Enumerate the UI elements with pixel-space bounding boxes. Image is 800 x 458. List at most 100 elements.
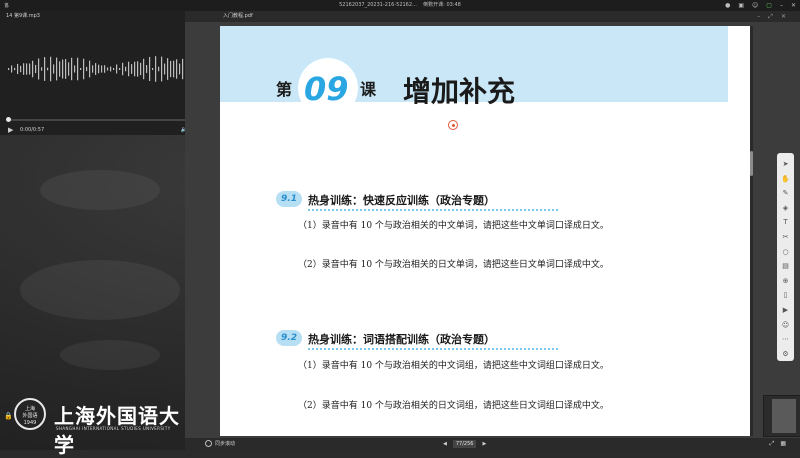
waveform-bar: [41, 67, 43, 71]
waveform-bar: [62, 59, 64, 79]
waveform-bar: [179, 63, 181, 75]
waveform-bar: [170, 60, 172, 78]
prev-page-icon[interactable]: ◀: [443, 438, 447, 450]
pen-icon[interactable]: ✎: [783, 186, 789, 201]
waveform-bar: [89, 60, 91, 78]
expand-icon[interactable]: ⤢: [768, 13, 781, 20]
waveform-bar: [38, 58, 40, 80]
section-underline: [308, 207, 558, 211]
waveform-bar: [50, 56, 52, 82]
waveform-bar: [86, 66, 88, 72]
more-icon[interactable]: ⋯: [782, 332, 789, 347]
exercise-item: （1）录音中有 10 个与政治相关的中文词组，请把这些中文词组口译成日文。: [298, 361, 609, 371]
meeting-title: 52162037_20231-216-52162...: [339, 2, 417, 8]
page-thumbnail[interactable]: [763, 395, 800, 437]
section-underline: [308, 346, 558, 350]
waveform-bar: [140, 62, 142, 76]
waveform-bar: [143, 58, 145, 80]
waveform-bar: [20, 65, 22, 73]
section-badge: 9.2: [276, 330, 302, 346]
pdf-file-name: 入门教程.pdf: [223, 13, 253, 19]
next-page-icon[interactable]: ▶: [482, 438, 486, 450]
waveform-bar: [17, 63, 19, 75]
share-icon[interactable]: ▢: [766, 0, 772, 11]
page-navigator: ◀ 77/256 ▶: [443, 438, 486, 450]
university-seal: 上海 外国语 1949: [14, 398, 46, 430]
waveform-bar: [47, 67, 49, 71]
lesson-title: 增加补充: [403, 75, 516, 108]
zoom-icon[interactable]: ⊕: [783, 274, 789, 289]
mic-icon[interactable]: ●: [725, 0, 730, 11]
university-logo: 🔒 上海 外国语 1949 上海外国语大学 SHANGHAI INTERNATI…: [4, 398, 186, 457]
scrollbar-thumb[interactable]: [750, 151, 753, 176]
play-icon[interactable]: ▶: [8, 125, 13, 135]
waveform-bar: [104, 65, 106, 73]
pdf-viewer-window: 入门教程.pdf –⤢✕ 第 09 课 增加补充 9.1 热身训练：快速反应训练…: [185, 11, 800, 450]
waveform: [8, 56, 211, 82]
shape-icon[interactable]: ○: [782, 245, 788, 260]
waveform-bar: [14, 67, 16, 71]
lesson-prefix: 第: [276, 80, 293, 99]
waveform-bar: [152, 67, 154, 71]
playback-time: 0:00/0:57: [20, 127, 45, 133]
waveform-bar: [113, 68, 115, 70]
waveform-bar: [53, 64, 55, 74]
lock-icon: 🔒: [4, 412, 13, 420]
close-icon[interactable]: ✕: [781, 13, 794, 20]
waveform-bar: [122, 62, 124, 76]
waveform-bar: [161, 56, 163, 82]
grid-icon[interactable]: ▦: [780, 440, 792, 447]
laser-pointer-icon: [448, 120, 458, 130]
playback-progress-bar[interactable]: [6, 117, 213, 122]
waveform-bar: [137, 61, 139, 77]
section-title: 热身训练：快速反应训练（政治专题）: [308, 194, 495, 207]
page-icon[interactable]: ▯: [784, 288, 788, 303]
eraser-icon[interactable]: ◈: [783, 201, 788, 216]
page-input[interactable]: 77/256: [452, 440, 477, 448]
chalk-smudge: [40, 170, 160, 210]
camera-icon[interactable]: ▣: [738, 0, 744, 11]
waveform-bar: [107, 67, 109, 71]
waveform-bar: [95, 63, 97, 75]
waveform-bar: [32, 60, 34, 78]
waveform-bar: [110, 66, 112, 72]
section-title: 热身训练：词语搭配训练（政治专题）: [308, 333, 495, 346]
waveform-bar: [26, 63, 28, 75]
waveform-bar: [134, 61, 136, 77]
settings-icon[interactable]: ⚙: [782, 347, 788, 362]
text-icon[interactable]: T: [783, 215, 787, 230]
waveform-bar: [77, 57, 79, 81]
chalk-smudge: [60, 340, 160, 370]
vertical-scrollbar[interactable]: [750, 26, 753, 436]
waveform-bar: [173, 60, 175, 78]
waveform-bar: [98, 64, 100, 74]
thumbnail-page: [772, 399, 796, 433]
layers-icon[interactable]: ▤: [782, 259, 789, 274]
waveform-bar: [8, 68, 10, 70]
waveform-bar: [131, 64, 133, 74]
countdown-label: 倒數开课: 03:48: [423, 2, 461, 8]
waveform-bar: [74, 65, 76, 73]
sync-scroll-icon[interactable]: [205, 440, 212, 447]
people-icon[interactable]: ☺: [782, 318, 789, 333]
playback-knob[interactable]: [6, 117, 11, 122]
waveform-bar: [23, 63, 25, 75]
fullscreen-icon[interactable]: ⤢: [770, 440, 781, 447]
close-icon[interactable]: ✕: [791, 0, 796, 11]
hand-icon[interactable]: ✋: [781, 172, 790, 187]
user-icon[interactable]: ☺: [752, 0, 758, 11]
exercise-item: （1）录音中有 10 个与政治相关的中文单词，请把这些中文单词口译成日文。: [298, 221, 609, 231]
waveform-bar: [119, 68, 121, 70]
waveform-bar: [29, 63, 31, 75]
waveform-bar: [164, 63, 166, 75]
waveform-bar: [155, 56, 157, 82]
scissors-icon[interactable]: ✂: [783, 230, 789, 245]
minimize-icon[interactable]: –: [757, 13, 768, 20]
waveform-bar: [167, 58, 169, 80]
waveform-bar: [146, 65, 148, 73]
video-icon[interactable]: ▶: [783, 303, 788, 318]
waveform-bar: [92, 65, 94, 73]
cursor-icon[interactable]: ➤: [783, 157, 789, 172]
waveform-bar: [11, 65, 13, 73]
minimize-icon[interactable]: –: [780, 0, 783, 11]
